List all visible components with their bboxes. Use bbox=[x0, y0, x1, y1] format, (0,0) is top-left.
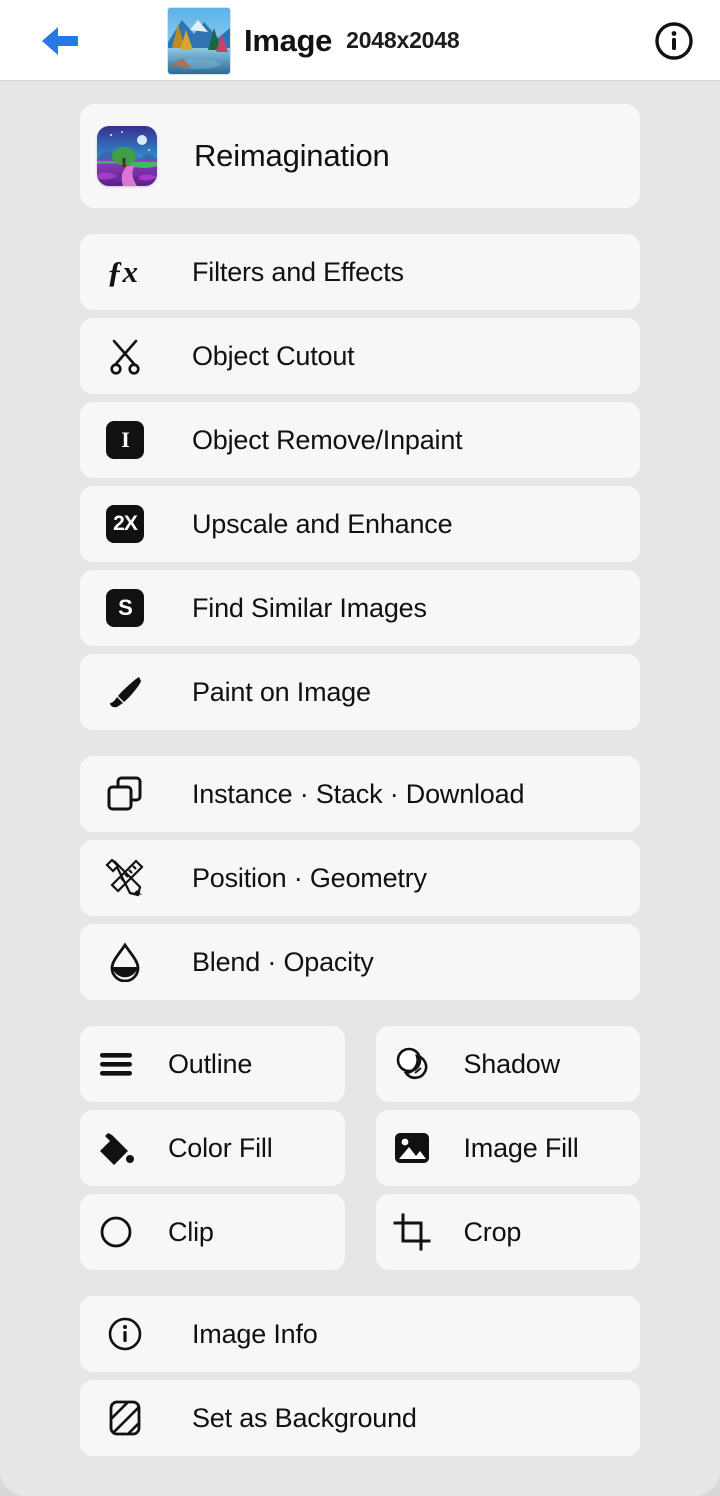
option-clip[interactable]: Clip bbox=[80, 1194, 345, 1270]
circle-icon bbox=[100, 1216, 132, 1248]
option-label: Object Remove/Inpaint bbox=[192, 424, 463, 455]
image-info-icon-slot bbox=[80, 1315, 170, 1353]
lines-stack-icon bbox=[100, 1053, 132, 1076]
option-filters-and-effects[interactable]: ƒx Filters and Effects bbox=[80, 234, 640, 310]
panel-header: Image 2048x2048 bbox=[0, 0, 720, 81]
image-icon bbox=[394, 1133, 429, 1163]
option-label: Upscale and Enhance bbox=[192, 508, 453, 539]
option-instance-stack-download[interactable]: Instance · Stack · Download bbox=[80, 756, 640, 832]
info-circle-icon bbox=[108, 1317, 142, 1351]
clip-icon-slot bbox=[80, 1213, 152, 1251]
set-background-icon-slot bbox=[80, 1398, 170, 1438]
crop-icon-slot bbox=[376, 1212, 448, 1252]
image-dimensions: 2048x2048 bbox=[346, 27, 460, 53]
option-shadow[interactable]: Shadow bbox=[375, 1026, 640, 1102]
group-style-grid: Outline Shadow Color Fill Image Fill Cli… bbox=[80, 1026, 640, 1270]
option-blend-opacity[interactable]: Blend · Opacity bbox=[80, 924, 640, 1000]
option-label: Image Fill bbox=[463, 1132, 579, 1163]
option-object-remove-inpaint[interactable]: I Object Remove/Inpaint bbox=[80, 402, 640, 478]
option-position-geometry[interactable]: Position · Geometry bbox=[80, 840, 640, 916]
option-label: Position · Geometry bbox=[192, 862, 427, 893]
image-fill-icon-slot bbox=[376, 1129, 448, 1167]
option-outline[interactable]: Outline bbox=[80, 1026, 345, 1102]
image-options-panel: Image 2048x2048 Reimagination ƒx Filters… bbox=[0, 0, 720, 1496]
option-label: Clip bbox=[168, 1216, 214, 1247]
header-info-button[interactable] bbox=[650, 17, 698, 65]
reimagination-thumbnail bbox=[97, 126, 157, 186]
paintbrush-icon-slot bbox=[80, 672, 170, 712]
fx-icon-slot: ƒx bbox=[80, 250, 170, 294]
option-upscale-and-enhance[interactable]: 2X Upscale and Enhance bbox=[80, 486, 640, 562]
page-title: Image bbox=[244, 22, 333, 58]
options-list: Reimagination ƒx Filters and Effects Obj… bbox=[0, 104, 720, 1456]
color-fill-icon-slot bbox=[80, 1128, 152, 1168]
info-circle-icon bbox=[655, 22, 693, 60]
mountain-lake-painting-icon bbox=[168, 7, 230, 74]
group-object-tools: Instance · Stack · Download Position · G… bbox=[80, 756, 640, 1000]
option-color-fill[interactable]: Color Fill bbox=[80, 1110, 345, 1186]
option-label: Instance · Stack · Download bbox=[192, 778, 525, 809]
shadow-circles-icon bbox=[396, 1047, 427, 1080]
paintbrush-icon bbox=[110, 677, 141, 708]
shadow-icon-slot bbox=[376, 1044, 448, 1084]
similar-s-badge-icon: S bbox=[106, 589, 144, 627]
option-find-similar-images[interactable]: S Find Similar Images bbox=[80, 570, 640, 646]
group-ai-tools: ƒx Filters and Effects Object Cutout I O… bbox=[80, 234, 640, 730]
back-button[interactable] bbox=[22, 18, 98, 64]
fx-icon: ƒx bbox=[107, 254, 138, 289]
option-reimagination[interactable]: Reimagination bbox=[80, 104, 640, 208]
scissors-icon bbox=[110, 339, 140, 375]
landscape-thumbnail-icon bbox=[97, 126, 157, 186]
hatched-square-icon bbox=[109, 1400, 141, 1436]
reimagination-icon-slot bbox=[80, 126, 174, 186]
option-label: Shadow bbox=[463, 1048, 561, 1079]
header-thumbnail bbox=[168, 7, 230, 74]
option-label: Find Similar Images bbox=[192, 592, 427, 623]
arrow-left-icon bbox=[42, 27, 78, 55]
option-label: Reimagination bbox=[194, 138, 390, 173]
inpaint-badge-icon: I bbox=[106, 421, 144, 459]
droplet-half-icon bbox=[110, 942, 140, 982]
svg-text:ƒx: ƒx bbox=[107, 254, 138, 289]
upscale-icon-slot: 2X bbox=[80, 505, 170, 543]
outline-icon-slot bbox=[80, 1047, 152, 1081]
option-label: Crop bbox=[463, 1216, 522, 1247]
option-object-cutout[interactable]: Object Cutout bbox=[80, 318, 640, 394]
crop-icon bbox=[393, 1213, 430, 1251]
upscale-2x-badge-icon: 2X bbox=[106, 505, 144, 543]
ruler-pencil-icon-slot bbox=[80, 857, 170, 899]
option-image-fill[interactable]: Image Fill bbox=[375, 1110, 640, 1186]
similar-icon-slot: S bbox=[80, 589, 170, 627]
copy-stack-icon-slot bbox=[80, 774, 170, 814]
group-feature-hero: Reimagination bbox=[80, 104, 640, 208]
option-label: Outline bbox=[168, 1048, 253, 1079]
option-paint-on-image[interactable]: Paint on Image bbox=[80, 654, 640, 730]
option-label: Object Cutout bbox=[192, 340, 355, 371]
option-label: Filters and Effects bbox=[192, 256, 404, 287]
option-crop[interactable]: Crop bbox=[375, 1194, 640, 1270]
scissors-icon-slot bbox=[80, 336, 170, 376]
paint-bucket-icon bbox=[100, 1133, 134, 1165]
droplet-icon-slot bbox=[80, 942, 170, 982]
option-label: Blend · Opacity bbox=[192, 946, 374, 977]
ruler-pencil-icon bbox=[105, 858, 144, 897]
inpaint-icon-slot: I bbox=[80, 421, 170, 459]
option-label: Image Info bbox=[192, 1318, 318, 1349]
group-meta-actions: Image Info Set as Background bbox=[80, 1296, 640, 1456]
option-image-info[interactable]: Image Info bbox=[80, 1296, 640, 1372]
copy-stack-icon bbox=[107, 776, 142, 811]
option-label: Set as Background bbox=[192, 1402, 417, 1433]
option-label: Paint on Image bbox=[192, 676, 371, 707]
header-title-group: Image 2048x2048 bbox=[168, 0, 460, 81]
option-set-as-background[interactable]: Set as Background bbox=[80, 1380, 640, 1456]
option-label: Color Fill bbox=[168, 1132, 273, 1163]
